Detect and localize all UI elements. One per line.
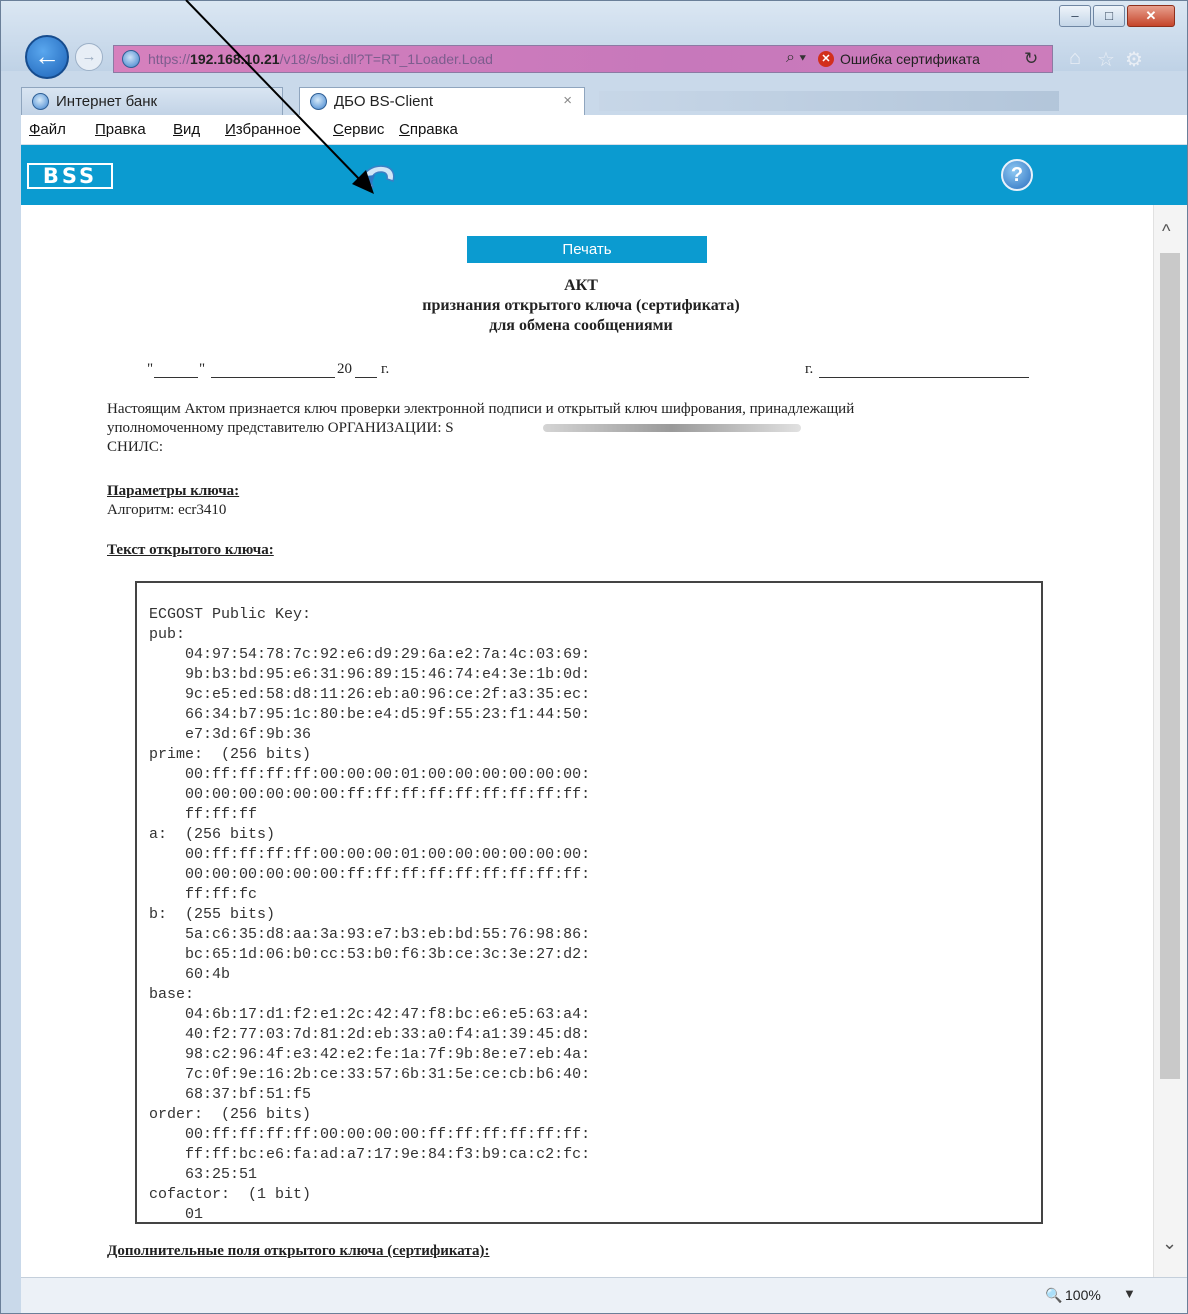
forward-button[interactable]: → bbox=[75, 43, 103, 71]
tab-label: ДБО BS-Client bbox=[334, 93, 434, 110]
certificate-error-label[interactable]: Ошибка сертификата bbox=[840, 51, 980, 67]
date-year-prefix: 20 bbox=[337, 361, 352, 377]
certificate-error-icon[interactable]: ✕ bbox=[818, 51, 834, 67]
tab-close-icon[interactable]: × bbox=[563, 92, 572, 109]
browser-window: – □ ✕ ← → https://192.168.10.21/v18/s/bs… bbox=[0, 0, 1188, 1314]
maximize-button[interactable]: □ bbox=[1093, 5, 1125, 27]
date-quote-open: " bbox=[147, 361, 154, 377]
ie-page-icon bbox=[310, 93, 327, 110]
redacted-organization-name bbox=[543, 424, 801, 432]
menu-edit[interactable]: Правка bbox=[95, 121, 146, 138]
zoom-dropdown-icon[interactable]: ▼ bbox=[1123, 1286, 1136, 1301]
date-year-suffix: г. bbox=[381, 361, 390, 377]
undo-icon[interactable] bbox=[355, 157, 399, 195]
refresh-icon[interactable]: ↻ bbox=[1024, 49, 1038, 69]
help-icon[interactable]: ? bbox=[1001, 159, 1033, 191]
app-toolbar: BSS ? bbox=[21, 145, 1187, 205]
minimize-button[interactable]: – bbox=[1059, 5, 1091, 27]
address-url[interactable]: https://192.168.10.21/v18/s/bsi.dll?T=RT… bbox=[148, 51, 493, 67]
act-title: АКТ bbox=[564, 277, 598, 294]
url-path: /v18/s/bsi.dll?T=RT_1Loader.Load bbox=[279, 51, 493, 67]
status-bar: 🔍 100% ▼ bbox=[21, 1277, 1187, 1313]
scroll-thumb[interactable] bbox=[1160, 253, 1180, 1079]
address-bar[interactable]: https://192.168.10.21/v18/s/bsi.dll?T=RT… bbox=[113, 45, 1053, 73]
tab-label: Интернет банк bbox=[56, 93, 158, 110]
gear-icon[interactable]: ⚙ bbox=[1125, 47, 1143, 72]
tab-bar: Интернет банк ДБО BS-Client × bbox=[1, 87, 1187, 115]
ie-page-icon bbox=[32, 93, 49, 110]
intro-text-2: уполномоченному представителю ОРГАНИЗАЦИ… bbox=[107, 420, 454, 436]
zoom-icon[interactable]: 🔍 bbox=[1045, 1287, 1062, 1304]
new-tab-area[interactable] bbox=[599, 91, 1059, 111]
print-button[interactable]: Печать bbox=[467, 236, 707, 263]
url-prefix: https:// bbox=[148, 51, 191, 67]
scroll-down-icon[interactable]: ⌄ bbox=[1162, 1233, 1177, 1254]
window-controls: – □ ✕ bbox=[1057, 5, 1175, 27]
back-button[interactable]: ← bbox=[25, 35, 69, 79]
navigation-bar: ← → https://192.168.10.21/v18/s/bsi.dll?… bbox=[1, 35, 1187, 79]
scroll-up-icon[interactable]: ^ bbox=[1162, 221, 1170, 242]
menu-favorites[interactable]: Избранное bbox=[225, 121, 301, 138]
act-subtitle-2: для обмена сообщениями bbox=[489, 317, 673, 334]
vertical-scrollbar[interactable]: ^ ⌄ bbox=[1153, 205, 1187, 1277]
key-params-heading: Параметры ключа: bbox=[107, 483, 240, 499]
menu-tools[interactable]: Сервис bbox=[333, 121, 384, 138]
tab-dbo-bs-client[interactable]: ДБО BS-Client × bbox=[299, 87, 585, 115]
menu-file[interactable]: Файл bbox=[29, 121, 66, 138]
home-icon[interactable]: ⌂ bbox=[1069, 47, 1081, 70]
search-dropdown-icon[interactable]: ⌕ ▾ bbox=[786, 49, 806, 67]
public-key-heading: Текст открытого ключа: bbox=[107, 542, 274, 558]
close-button[interactable]: ✕ bbox=[1127, 5, 1175, 27]
tab-internet-bank[interactable]: Интернет банк bbox=[21, 87, 283, 115]
menu-help[interactable]: Справка bbox=[399, 121, 458, 138]
date-year-line bbox=[355, 377, 377, 378]
public-key-box: ECGOST Public Key: pub: 04:97:54:78:7c:9… bbox=[135, 581, 1043, 1224]
zoom-level[interactable]: 100% bbox=[1065, 1287, 1101, 1303]
date-quote-close: " bbox=[199, 361, 206, 377]
snils-label: СНИЛС: bbox=[107, 439, 164, 455]
algorithm-text: Алгоритм: ecr3410 bbox=[107, 502, 227, 518]
bss-logo: BSS bbox=[27, 163, 113, 189]
public-key-text: ECGOST Public Key: pub: 04:97:54:78:7c:9… bbox=[149, 606, 591, 1223]
favorites-star-icon[interactable]: ☆ bbox=[1097, 47, 1115, 72]
url-host: 192.168.10.21 bbox=[190, 51, 280, 67]
menu-view[interactable]: Вид bbox=[173, 121, 200, 138]
menu-bar: Файл Правка Вид Избранное Сервис Справка bbox=[21, 115, 1187, 145]
city-line bbox=[819, 377, 1029, 378]
site-icon bbox=[122, 50, 140, 68]
extra-fields-heading: Дополнительные поля открытого ключа (сер… bbox=[107, 1243, 490, 1259]
document-area: Печать АКТ признания открытого ключа (се… bbox=[21, 205, 1167, 1277]
city-prefix: г. bbox=[805, 361, 814, 377]
date-month-line bbox=[211, 377, 335, 378]
act-subtitle: признания открытого ключа (сертификата) bbox=[422, 297, 740, 314]
intro-text: Настоящим Актом признается ключ проверки… bbox=[107, 401, 855, 417]
date-day-line bbox=[154, 377, 198, 378]
